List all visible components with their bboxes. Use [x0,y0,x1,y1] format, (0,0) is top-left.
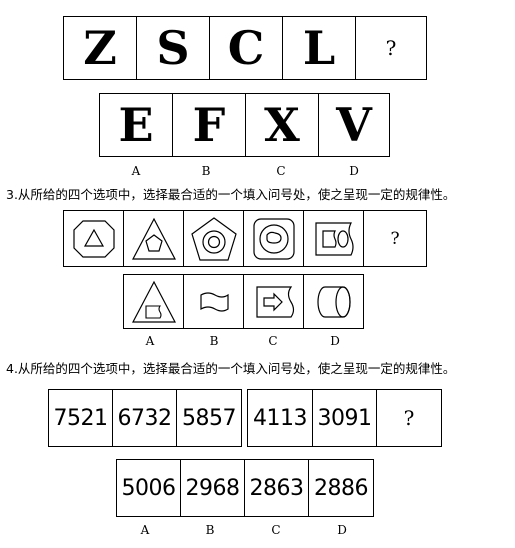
q2-option-b[interactable]: F [173,94,246,156]
q4-number-cell: 4113 [248,390,313,446]
q3-option-d[interactable] [304,275,363,328]
q4-number-cell: 3091 [317,405,373,431]
q3-option-c[interactable] [244,275,304,328]
q4-question-mark: ? [403,406,415,430]
q2-label-c: C [276,164,286,178]
q3-question-mark: ? [390,228,400,249]
q4-group-2: 4113 3091 [247,389,377,447]
q4-option-c[interactable]: 2863 [245,460,309,516]
q4-option-d[interactable]: 2886 [309,460,373,516]
q2-option-a[interactable]: E [100,94,173,156]
q4-group-1: 7521 6732 5857 [48,389,242,447]
circles-in-pentagon-icon [190,216,237,261]
q3-option-a[interactable] [124,275,184,328]
q4-heading: 4.从所给的四个选项中，选择最合适的一个填入问号处，使之呈现一定的规律性。 [6,361,456,376]
q4-label-b: B [205,523,215,537]
q3-figure-4 [244,211,304,266]
q2-sequence-row: Z S C L ? [63,16,427,80]
triangle-in-octagon-icon [72,219,115,258]
q3-figure-2 [124,211,184,266]
q2-option-c[interactable]: X [246,94,319,156]
q2-label-d: D [349,164,359,178]
q4-label-a: A [140,523,150,537]
q4-question-box: ? [377,389,442,447]
q4-option-a[interactable]: 5006 [117,460,181,516]
q4-label-c: C [271,523,281,537]
q3-sequence-row: ? [63,210,427,267]
q3-figure-1 [64,211,124,266]
q2-options-row: E F X V [99,93,390,157]
q2-sequence-cell: S [137,17,210,79]
q4-options-row: 5006 2968 2863 2886 [116,459,374,517]
q2-option-d[interactable]: V [319,94,389,156]
q2-question-mark: ? [385,36,397,60]
q2-sequence-cell: L [283,17,356,79]
q2-sequence-cell: Z [64,17,137,79]
q2-label-b: B [201,164,211,178]
q3-label-c: C [268,334,278,348]
q4-option-b[interactable]: 2968 [181,460,245,516]
q3-figure-3 [184,211,244,266]
q3-label-b: B [209,334,219,348]
q4-number-cell: 5857 [182,405,237,431]
q4-number-cell: 6732 [113,390,177,446]
q4-number-cell: 7521 [49,390,113,446]
q2-sequence-cell: C [210,17,283,79]
flag-shape-in-curved-frame-icon [314,221,354,256]
arrow-in-curved-frame-icon [255,285,294,318]
q3-label-a: A [145,334,155,348]
q3-label-d: D [330,334,340,348]
shape-in-circle-in-square-icon [252,217,295,260]
q3-heading: 3.从所给的四个选项中，选择最合适的一个填入问号处，使之呈现一定的规律性。 [6,187,456,202]
pentagon-in-triangle-icon [131,217,176,260]
q3-figure-5 [304,211,364,266]
q3-options-row [123,274,364,329]
q2-label-a: A [131,164,141,178]
q4-label-d: D [337,523,347,537]
cylinder-icon [316,285,351,318]
q3-option-b[interactable] [184,275,244,328]
wavy-flag-icon [199,291,229,312]
triangle-with-flag-icon [131,280,176,323]
